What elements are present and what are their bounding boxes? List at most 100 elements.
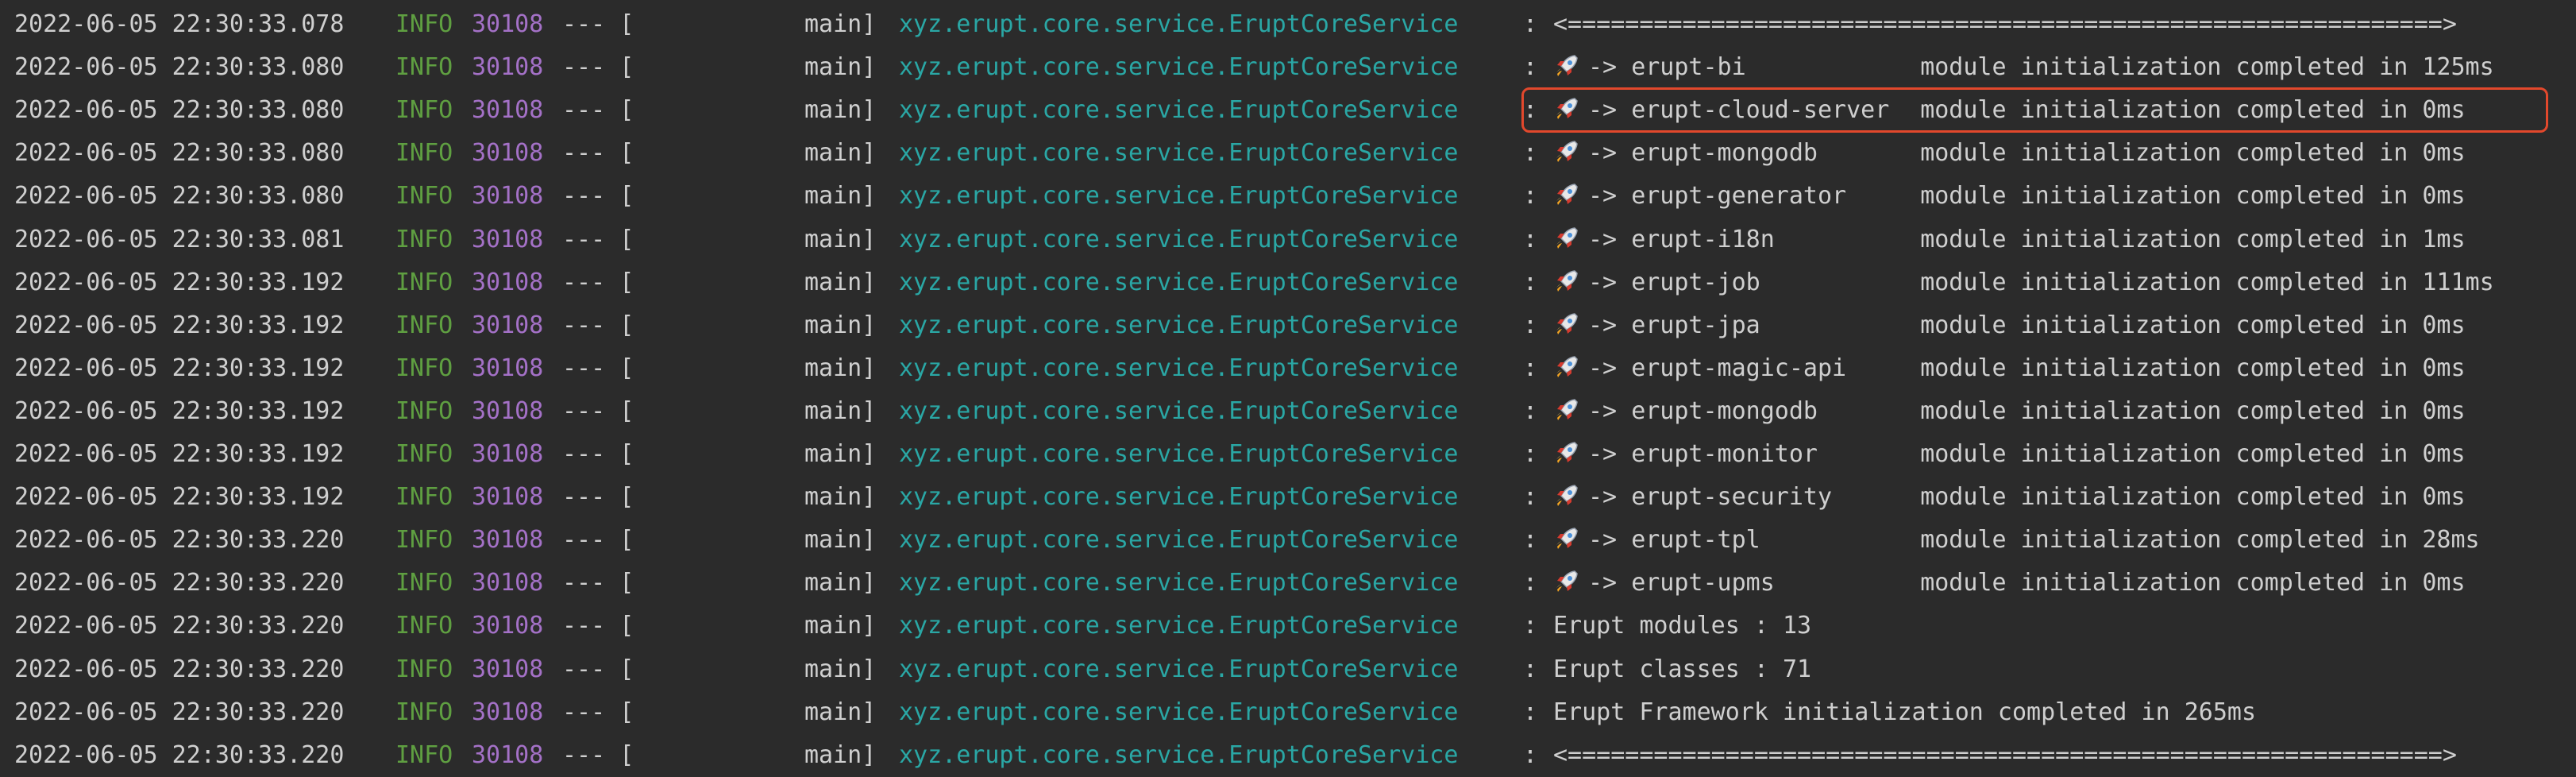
module-status: module initialization completed in 111ms	[1920, 268, 2494, 296]
log-colon: :	[1523, 96, 1538, 125]
log-thread: main]	[804, 569, 877, 597]
log-logger: xyz.erupt.core.service.EruptCoreService	[899, 612, 1459, 640]
log-level: INFO	[395, 96, 453, 125]
log-level: INFO	[395, 440, 453, 468]
log-separator: --- [	[562, 440, 634, 468]
log-timestamp: 2022-06-05 22:30:33.080	[14, 139, 345, 168]
log-message: -> erupt-job module initialization comple…	[1553, 261, 2494, 304]
module-name: erupt-bi	[1631, 53, 1746, 82]
log-timestamp: 2022-06-05 22:30:33.192	[14, 268, 345, 296]
log-thread: main]	[804, 612, 877, 640]
log-colon: :	[1523, 354, 1538, 382]
module-status: module initialization completed in 0ms	[1920, 354, 2466, 382]
module-status: module initialization completed in 0ms	[1920, 396, 2466, 425]
log-colon: :	[1523, 53, 1538, 82]
log-separator: --- [	[562, 53, 634, 82]
log-logger: xyz.erupt.core.service.EruptCoreService	[899, 569, 1459, 597]
module-status: module initialization completed in 0ms	[1920, 569, 2466, 597]
log-pid: 30108	[472, 53, 544, 82]
log-logger: xyz.erupt.core.service.EruptCoreService	[899, 440, 1459, 468]
log-message: Erupt classes : 71	[1553, 655, 1812, 683]
log-arrow: ->	[1588, 483, 1618, 512]
log-timestamp: 2022-06-05 22:30:33.220	[14, 569, 345, 597]
log-pid: 30108	[472, 740, 544, 769]
rocket-icon	[1553, 395, 1580, 422]
log-thread: main]	[804, 396, 877, 425]
log-pid: 30108	[472, 483, 544, 512]
log-timestamp: 2022-06-05 22:30:33.081	[14, 225, 345, 253]
log-separator: --- [	[562, 740, 634, 769]
log-separator: --- [	[562, 569, 634, 597]
log-colon: :	[1523, 139, 1538, 168]
log-separator: --- [	[562, 182, 634, 211]
log-thread: main]	[804, 354, 877, 382]
log-logger: xyz.erupt.core.service.EruptCoreService	[899, 740, 1459, 769]
log-separator: --- [	[562, 612, 634, 640]
log-pid: 30108	[472, 440, 544, 468]
log-timestamp: 2022-06-05 22:30:33.080	[14, 53, 345, 82]
log-message: -> erupt-cloud-server module initializati…	[1553, 89, 2466, 132]
module-status: module initialization completed in 28ms	[1920, 526, 2480, 555]
log-arrow: ->	[1588, 139, 1618, 168]
log-separator: --- [	[562, 526, 634, 555]
log-arrow: ->	[1588, 440, 1618, 468]
log-pid: 30108	[472, 354, 544, 382]
module-status: module initialization completed in 0ms	[1920, 440, 2466, 468]
log-timestamp: 2022-06-05 22:30:33.080	[14, 182, 345, 211]
log-thread: main]	[804, 53, 877, 82]
log-pid: 30108	[472, 182, 544, 211]
log-colon: :	[1523, 268, 1538, 296]
log-colon: :	[1523, 225, 1538, 253]
log-colon: :	[1523, 440, 1538, 468]
log-colon: :	[1523, 740, 1538, 769]
log-logger: xyz.erupt.core.service.EruptCoreService	[899, 182, 1459, 211]
log-message: -> erupt-upms module initialization compl…	[1553, 562, 2466, 605]
rocket-icon	[1553, 309, 1580, 336]
module-name: erupt-job	[1631, 268, 1760, 296]
log-message: -> erupt-security module initialization c…	[1553, 476, 2466, 519]
log-separator: --- [	[562, 311, 634, 339]
log-timestamp: 2022-06-05 22:30:33.220	[14, 740, 345, 769]
log-level: INFO	[395, 396, 453, 425]
log-logger: xyz.erupt.core.service.EruptCoreService	[899, 311, 1459, 339]
log-timestamp: 2022-06-05 22:30:33.220	[14, 698, 345, 726]
module-status: module initialization completed in 0ms	[1920, 483, 2466, 512]
log-colon: :	[1523, 526, 1538, 555]
log-message: <=======================================…	[1553, 10, 2457, 38]
rocket-icon	[1553, 51, 1580, 78]
log-timestamp: 2022-06-05 22:30:33.220	[14, 526, 345, 555]
log-level: INFO	[395, 612, 453, 640]
log-thread: main]	[804, 311, 877, 339]
module-name: erupt-mongodb	[1631, 139, 1818, 168]
module-name: erupt-mongodb	[1631, 396, 1818, 425]
log-level: INFO	[395, 698, 453, 726]
log-pid: 30108	[472, 655, 544, 683]
log-message: -> erupt-generator module initialization …	[1553, 175, 2466, 218]
log-message: -> erupt-magic-api module initialization …	[1553, 347, 2466, 390]
log-level: INFO	[395, 182, 453, 211]
rocket-icon	[1553, 223, 1580, 250]
module-name: erupt-monitor	[1631, 440, 1818, 468]
log-pid: 30108	[472, 225, 544, 253]
console-log[interactable]: 2022-06-05 22:30:33.078 INFO 30108 --- [mai…	[0, 0, 2576, 777]
log-separator: --- [	[562, 139, 634, 168]
log-message: Erupt Framework initialization completed…	[1553, 698, 2257, 726]
log-timestamp: 2022-06-05 22:30:33.192	[14, 354, 345, 382]
log-colon: :	[1523, 10, 1538, 38]
log-arrow: ->	[1588, 311, 1618, 339]
module-status: module initialization completed in 1ms	[1920, 225, 2466, 253]
log-arrow: ->	[1588, 225, 1618, 253]
log-colon: :	[1523, 569, 1538, 597]
log-level: INFO	[395, 655, 453, 683]
module-name: erupt-jpa	[1631, 311, 1760, 339]
log-thread: main]	[804, 740, 877, 769]
log-message: -> erupt-monitor module initialization co…	[1553, 433, 2466, 476]
log-arrow: ->	[1588, 354, 1618, 382]
log-thread: main]	[804, 698, 877, 726]
log-logger: xyz.erupt.core.service.EruptCoreService	[899, 698, 1459, 726]
log-timestamp: 2022-06-05 22:30:33.080	[14, 96, 345, 125]
log-level: INFO	[395, 10, 453, 38]
log-message: -> erupt-bi module initialization complet…	[1553, 46, 2494, 89]
log-arrow: ->	[1588, 96, 1618, 125]
log-logger: xyz.erupt.core.service.EruptCoreService	[899, 10, 1459, 38]
